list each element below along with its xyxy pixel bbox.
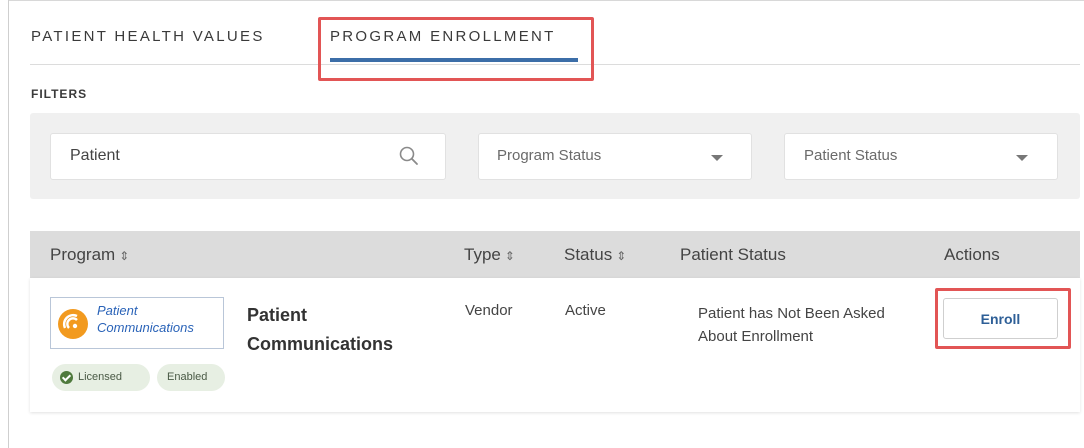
column-header-actions: Actions (944, 245, 1000, 264)
left-border (8, 0, 9, 448)
program-name: Patient Communications (247, 305, 394, 354)
licensed-badge-label: Licensed (78, 371, 123, 383)
enabled-badge-label: Enabled (167, 371, 208, 383)
logo-text: Communications (97, 320, 194, 335)
sort-icon[interactable]: ⇕ (505, 249, 515, 263)
logo-text: Patient (97, 303, 138, 318)
column-header-status[interactable]: Status ⇕ (564, 245, 626, 265)
chevron-down-icon[interactable] (711, 155, 723, 161)
column-header-program[interactable]: Program ⇕ (50, 245, 129, 265)
column-header-label: Status (564, 245, 613, 264)
column-header-label: Type (464, 245, 501, 264)
sort-icon[interactable]: ⇕ (616, 249, 626, 263)
program-status: Active (565, 302, 606, 319)
search-input-value[interactable]: Patient (70, 147, 120, 165)
tab-highlight-box (318, 17, 594, 81)
search-icon[interactable] (398, 145, 420, 167)
filters-label: FILTERS (31, 87, 88, 101)
sort-icon[interactable]: ⇕ (119, 249, 129, 263)
table-header (30, 231, 1080, 278)
patient-status-placeholder[interactable]: Patient Status (804, 147, 897, 164)
program-enrollment-page: PATIENT HEALTH VALUES PROGRAM ENROLLMENT… (0, 0, 1084, 448)
column-header-patient-status: Patient Status (680, 245, 786, 264)
program-status-placeholder[interactable]: Program Status (497, 147, 601, 164)
check-icon (60, 371, 73, 384)
column-header-label: Program (50, 245, 116, 264)
enroll-highlight-box (935, 288, 1071, 349)
patient-communications-logo-icon (58, 309, 88, 339)
patient-status: Patient has Not Been Asked About Enrollm… (698, 305, 885, 345)
chevron-down-icon[interactable] (1016, 155, 1028, 161)
tab-patient-health-values[interactable]: PATIENT HEALTH VALUES (31, 28, 265, 45)
column-header-type[interactable]: Type ⇕ (464, 245, 515, 265)
program-type: Vendor (465, 302, 513, 319)
top-border (8, 0, 1084, 1)
